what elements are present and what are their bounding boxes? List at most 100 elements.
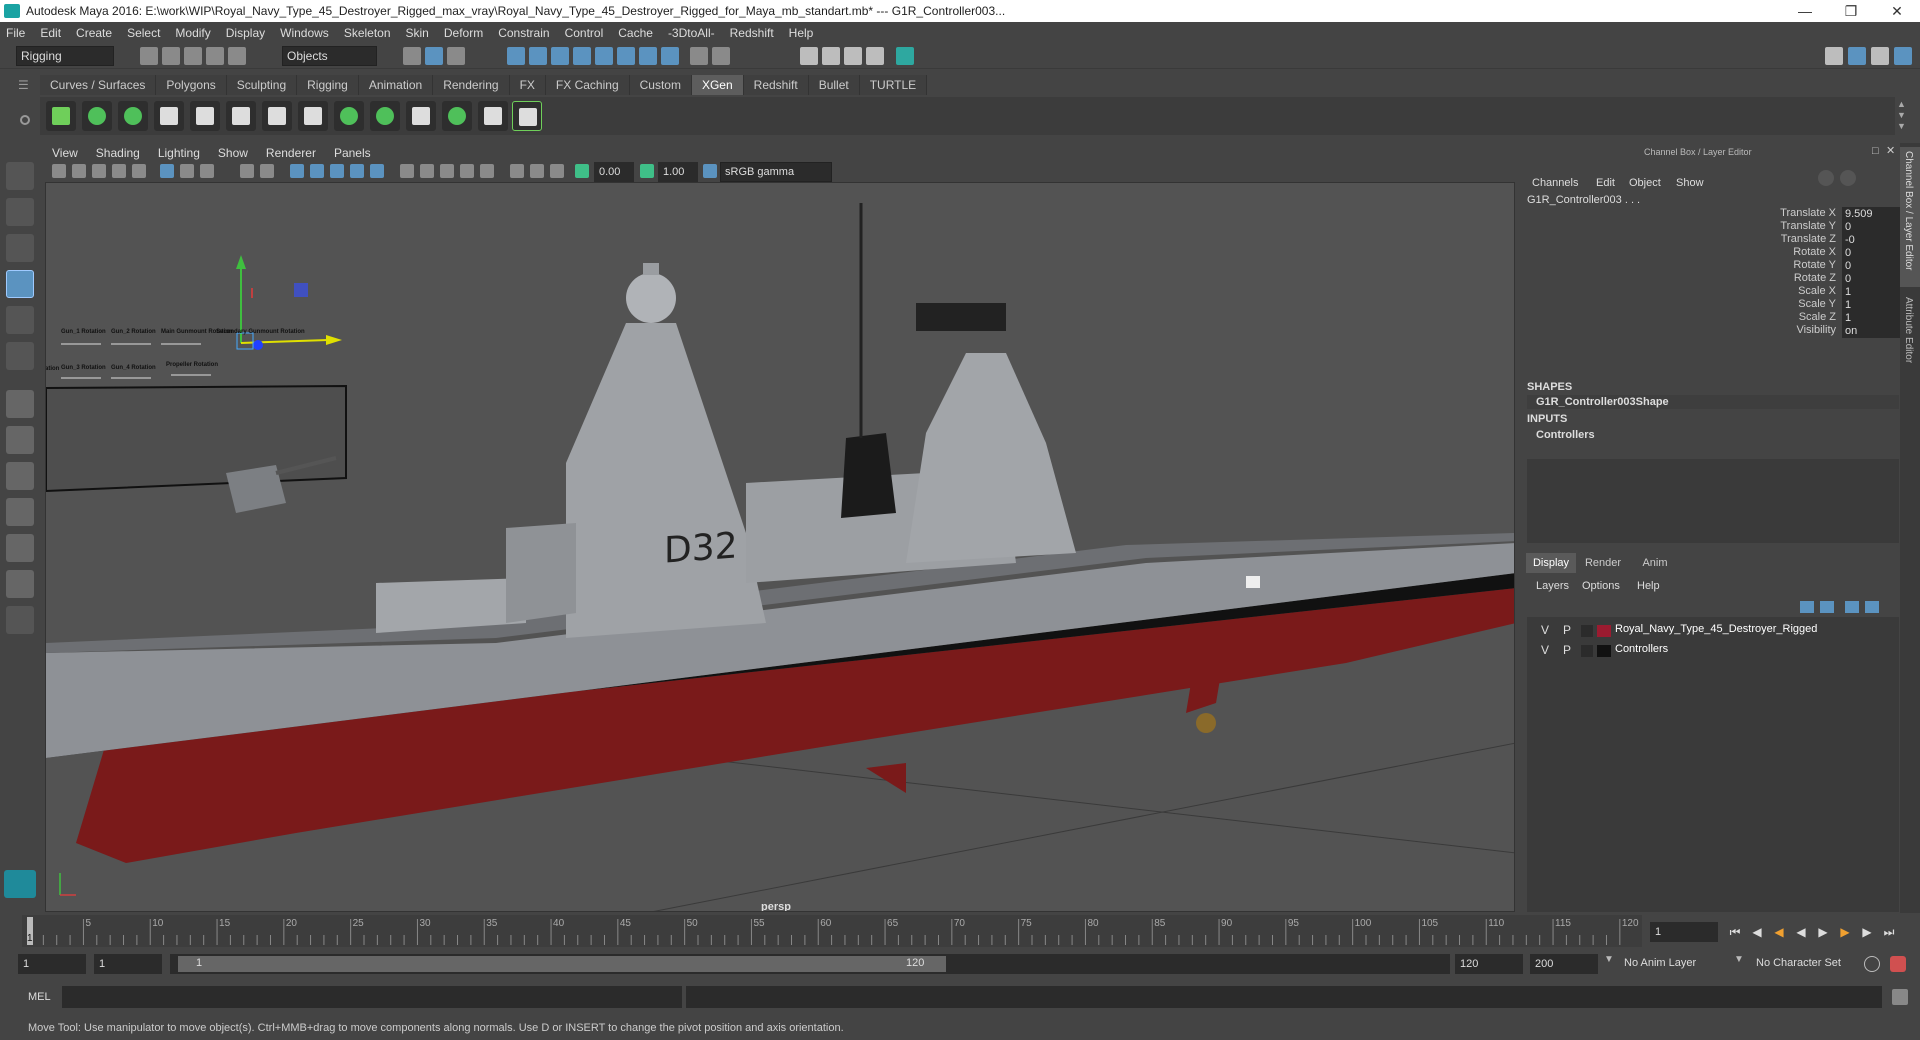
four-view-layout-icon[interactable] [6,426,34,454]
move-tool-icon[interactable] [6,270,34,298]
paint-select-tool-icon[interactable] [6,234,34,262]
tab-polygons[interactable]: Polygons [156,75,227,95]
manipulator-y-arrow[interactable] [236,255,246,269]
perspective-viewport[interactable]: Gun_1 Rotation Gun_2 Rotation Main Gunmo… [45,182,1515,912]
layer-color-swatch[interactable] [1597,645,1611,657]
attr-scale-z[interactable]: Scale Z 1 [1780,311,1902,325]
menu-modify[interactable]: Modify [175,26,210,40]
play-backwards-icon[interactable]: ◀ [1793,924,1809,940]
menu-windows[interactable]: Windows [280,26,329,40]
new-layer-from-selection-icon[interactable] [1865,601,1879,613]
tab-xgen[interactable]: XGen [691,75,744,95]
attr-value[interactable]: 0 [1842,259,1902,273]
layer-playback-toggle[interactable]: P [1563,643,1571,657]
command-input[interactable] [62,986,682,1008]
attr-translate-x[interactable]: Translate X 9.509 [1780,207,1902,221]
open-scene-icon[interactable] [162,47,180,65]
menu-select[interactable]: Select [127,26,160,40]
layer-color-swatch[interactable] [1597,625,1611,637]
layer-visibility-toggle[interactable]: V [1541,643,1549,657]
select-component-icon[interactable] [447,47,465,65]
shelf-options-icon[interactable] [20,115,30,125]
channel-box-speed-icon[interactable] [1840,170,1856,186]
camera-select-icon[interactable] [52,164,66,178]
history-icon[interactable] [639,47,657,65]
restore-icon[interactable]: ❐ [1828,0,1874,22]
xgen-lock-length-icon[interactable] [298,101,328,131]
xgen-guide-add-icon[interactable] [154,101,184,131]
cb-menu-edit[interactable]: Edit [1596,177,1615,189]
gamma-icon[interactable] [640,164,654,178]
snap-point-icon[interactable] [551,47,569,65]
snap-curve-icon[interactable] [529,47,547,65]
xray-joints-icon[interactable] [550,164,564,178]
menu-skin[interactable]: Skin [406,26,429,40]
select-tool-icon[interactable] [6,162,34,190]
anim-layer-dropdown[interactable]: No Anim Layer [1620,954,1732,974]
attr-value[interactable]: 1 [1842,298,1902,312]
lock-icon[interactable] [690,47,708,65]
attr-rotate-x[interactable]: Rotate X 0 [1780,246,1902,260]
layer-reference-toggle[interactable] [1581,625,1593,637]
xgen-preview-icon[interactable] [512,101,542,131]
attr-value[interactable]: 0 [1842,246,1902,260]
xray-icon[interactable] [530,164,544,178]
input-node-name[interactable]: Controllers [1536,429,1595,441]
side-tab-channel-box[interactable]: Channel Box / Layer Editor [1900,147,1920,287]
film-gate-icon[interactable] [180,164,194,178]
maya-home-icon[interactable] [4,870,36,898]
step-forward-frame-icon[interactable]: ▶ [1837,924,1853,940]
attr-translate-y[interactable]: Translate Y 0 [1780,220,1902,234]
ipr-render-icon[interactable] [844,47,862,65]
attr-value[interactable]: 0 [1842,220,1902,234]
shelf-scroll-arrows-icon[interactable]: ▲ ▼ ▼ [1897,99,1906,132]
attr-value[interactable]: 9.509 [1842,207,1902,221]
layer-row[interactable]: V P Royal_Navy_Type_45_Destroyer_Rigged [1537,623,1905,641]
camera-attributes-icon[interactable] [72,164,86,178]
close-icon[interactable]: ✕ [1874,0,1920,22]
ambient-occlusion-icon[interactable] [420,164,434,178]
menuset-dropdown[interactable]: Rigging [16,46,114,66]
menu-file[interactable]: File [6,26,25,40]
xgen-guide-length-icon[interactable] [262,101,292,131]
tab-rigging[interactable]: Rigging [297,75,359,95]
animation-prefs-icon[interactable] [1890,956,1906,972]
anim-layer-dropdown-arrow-icon[interactable]: ▼ [1604,954,1618,965]
layer-visibility-toggle[interactable]: V [1541,623,1549,637]
wireframe-icon[interactable] [290,164,304,178]
shape-node-name[interactable]: G1R_Controller003Shape [1536,396,1669,408]
layer-playback-toggle[interactable]: P [1563,623,1571,637]
playback-end-field[interactable]: 120 [1455,954,1523,974]
scene-start-field[interactable]: 1 [18,954,86,974]
auto-key-icon[interactable] [1864,956,1880,972]
cb-menu-channels[interactable]: Channels [1532,177,1578,189]
le-menu-layers[interactable]: Layers [1536,580,1569,592]
panel-close-icon[interactable]: ✕ [1886,144,1895,157]
vp-menu-lighting[interactable]: Lighting [158,146,200,160]
vp-menu-show[interactable]: Show [218,146,248,160]
outliner-layout-icon[interactable] [6,570,34,598]
vp-menu-panels[interactable]: Panels [334,146,371,160]
attr-visibility[interactable]: Visibility on [1780,324,1902,338]
menu-control[interactable]: Control [565,26,604,40]
symmetry-icon[interactable] [617,47,635,65]
shadows-icon[interactable] [400,164,414,178]
gamma-field[interactable]: 1.00 [658,162,698,182]
controls-panel-frame[interactable] [46,384,347,493]
help-icon[interactable] [661,47,679,65]
time-slider[interactable]: 1 5 10 15 20 25 30 35 40 45 50 55 60 65 70 75 80 85 90 95 10… [22,915,1642,947]
menu-create[interactable]: Create [76,26,112,40]
tab-custom[interactable]: Custom [629,75,692,95]
layer-reference-toggle[interactable] [1581,645,1593,657]
depth-of-field-icon[interactable] [480,164,494,178]
step-back-key-icon[interactable]: ◀ [1749,924,1765,940]
tab-redshift[interactable]: Redshift [743,75,809,95]
go-to-start-icon[interactable]: ⏮ [1727,924,1743,940]
modeling-toolkit-icon[interactable] [1825,47,1843,65]
attr-rotate-z[interactable]: Rotate Z 0 [1780,272,1902,286]
cb-menu-object[interactable]: Object [1629,177,1661,189]
undo-icon[interactable] [206,47,224,65]
menu-edit[interactable]: Edit [40,26,61,40]
selection-mode-dropdown[interactable]: Objects [282,46,377,66]
tool-settings-toggle-icon[interactable] [1871,47,1889,65]
